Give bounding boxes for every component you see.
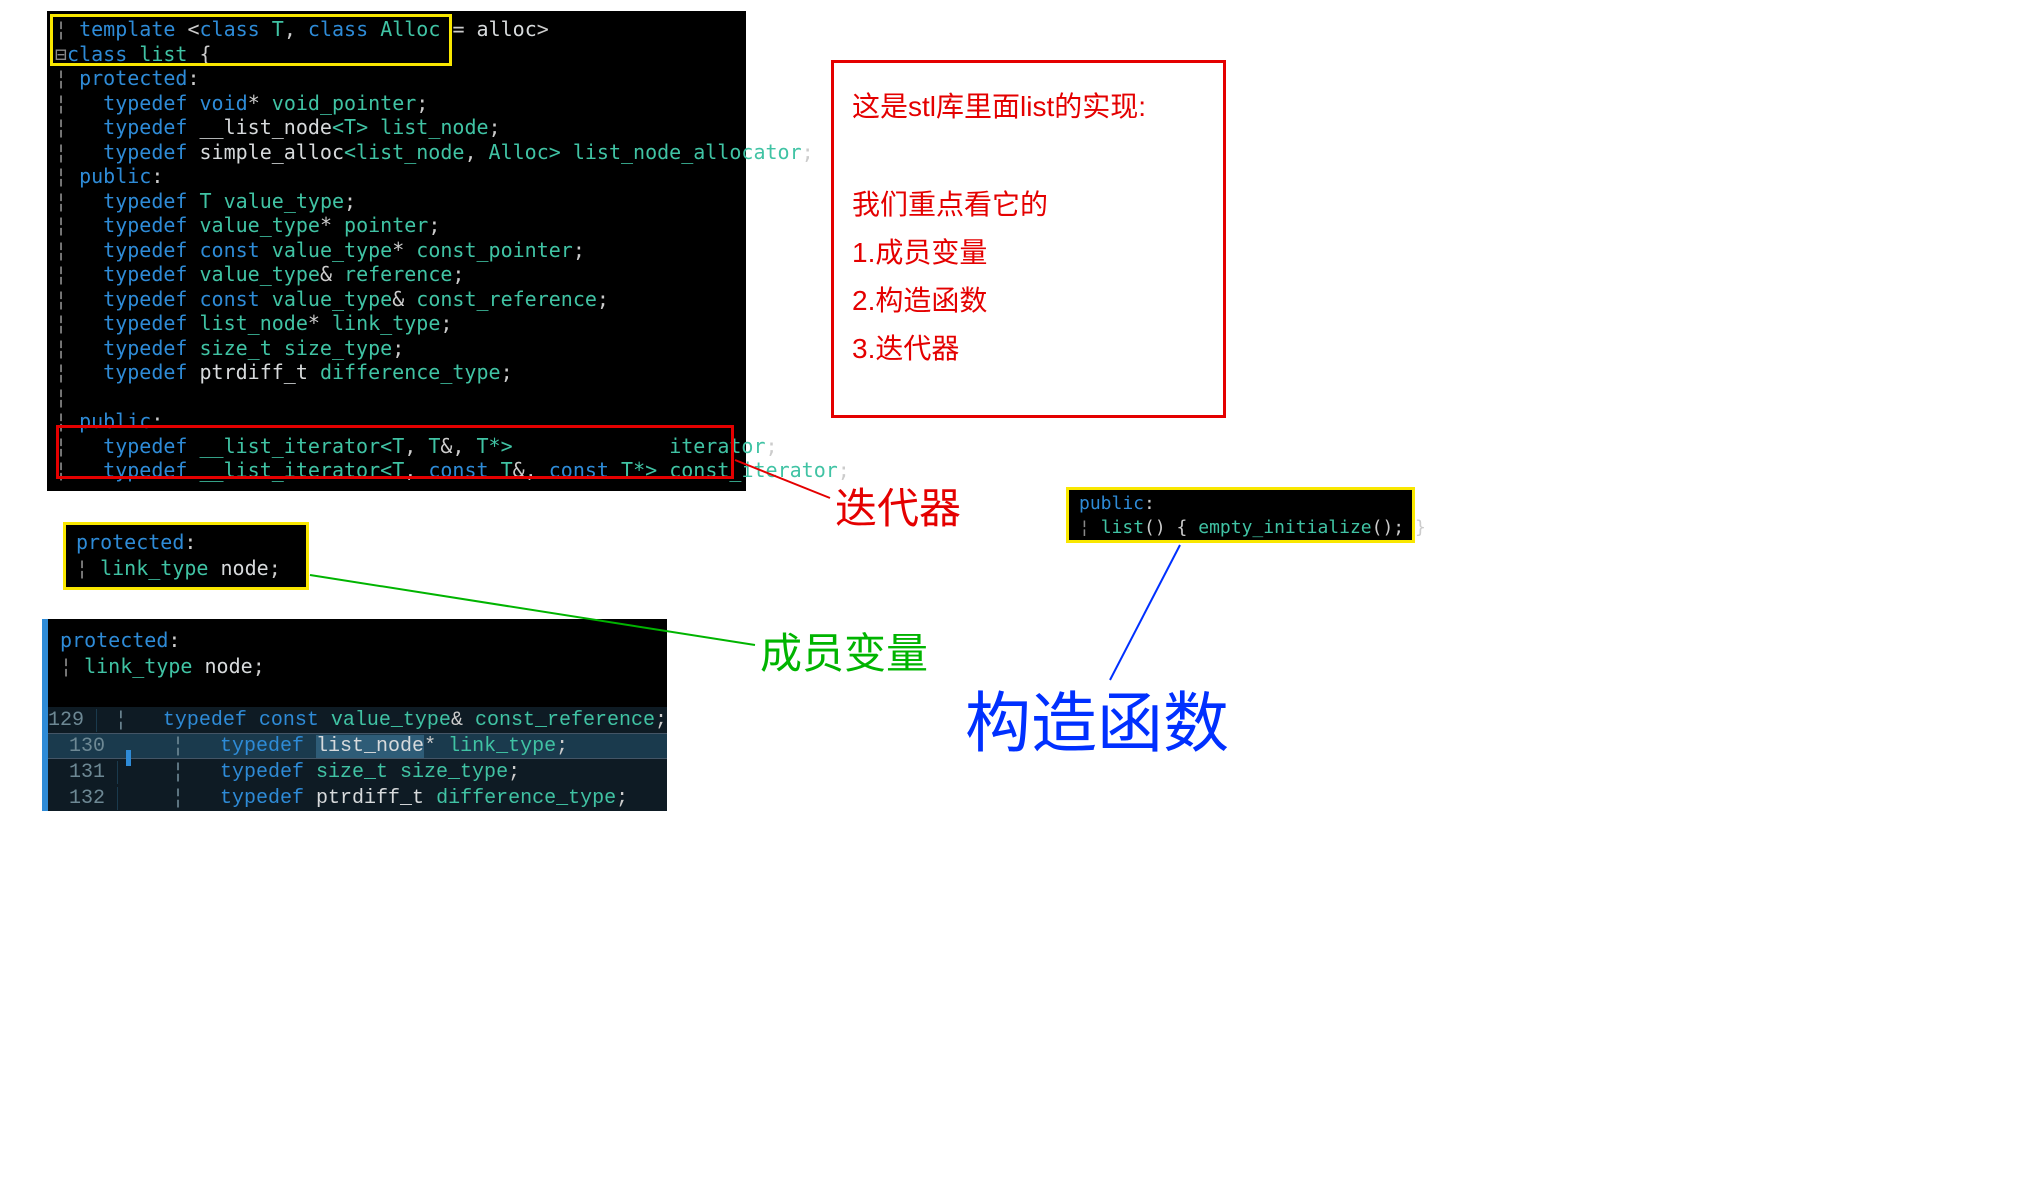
label-constructor: 构造函数 [965,670,1229,766]
annotation-line2: 1.成员变量 [852,229,1205,277]
ctor-code: public: ¦ list() { empty_initialize(); } [1079,492,1402,540]
member-code: protected: ¦ link_type node; [76,529,296,581]
annotation-line4: 3.迭代器 [852,325,1205,373]
label-iterator: 迭代器 [835,475,961,536]
code3-top-text: protected: ¦ link_type node; [60,627,655,679]
cursor-icon [126,750,131,766]
code3-line-rows: 129 ¦ typedef const value_type& const_re… [48,707,667,811]
line-number: 131 [48,761,118,784]
code-row: 131 ¦ typedef size_t size_type; [48,759,667,785]
annotation-heading: 这是stl库里面list的实现: [852,83,1205,131]
annotation-line1: 我们重点看它的 [852,181,1205,229]
member-variable-snippet: protected: ¦ link_type node; [63,522,309,590]
main-code-block: ¦ template <class T, class Alloc = alloc… [47,11,746,491]
code-row: 132 ¦ typedef ptrdiff_t difference_type; [48,785,667,811]
line-number: 130 [48,735,118,758]
code-row-highlighted: 130 ¦ typedef list_node* link_type; [48,733,667,759]
code-row: 129 ¦ typedef const value_type& const_re… [48,707,667,733]
label-member: 成员变量 [760,620,928,681]
constructor-snippet: public: ¦ list() { empty_initialize(); } [1066,487,1415,543]
annotation-box: 这是stl库里面list的实现: 我们重点看它的 1.成员变量 2.构造函数 3… [831,60,1226,418]
annotation-line3: 2.构造函数 [852,277,1205,325]
line-number: 132 [48,787,118,810]
code-detail-block: protected: ¦ link_type node; 129 ¦ typed… [42,619,667,811]
code-text: ¦ template <class T, class Alloc = alloc… [55,17,738,483]
line-number: 129 [48,709,97,732]
